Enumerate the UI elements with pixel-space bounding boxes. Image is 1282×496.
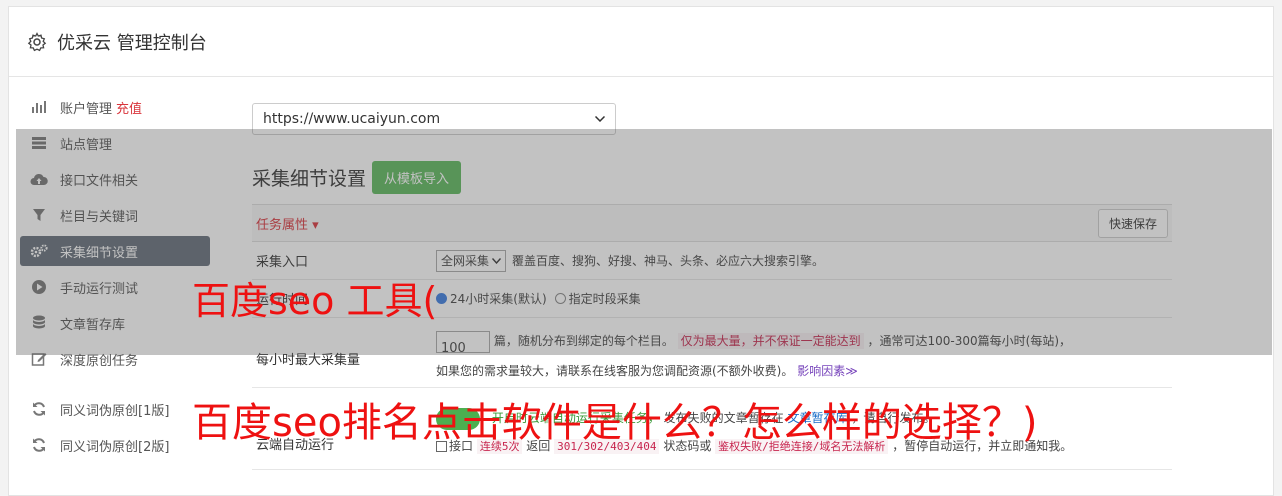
row-value: 全网采集 覆盖百度、搜狗、好搜、神马、头条、必应六大搜索引擎。 [436, 242, 1172, 279]
watermark-line-2: 百度seo排名点击软件是什么？怎么样的选择？) [192, 400, 1038, 446]
factors-link[interactable]: 影响因素 [797, 364, 845, 378]
cogs-icon [30, 242, 48, 260]
gear-icon [27, 31, 47, 51]
sidebar-divider [20, 380, 210, 394]
entry-select[interactable]: 全网采集 [436, 249, 507, 272]
radio-24h[interactable] [436, 293, 447, 304]
watermark-line-1: 百度seo 工具( [192, 279, 438, 323]
sidebar-item-label: 文章暂存库 [60, 317, 126, 333]
database-icon [30, 314, 48, 332]
refresh-icon [30, 400, 48, 418]
chevron-down-icon: ≫ [845, 364, 858, 378]
sidebar-item-deep-original[interactable]: 深度原创任务 [20, 344, 210, 374]
task-attribute-toggle[interactable]: 任务属性 ▾ [256, 214, 319, 233]
sidebar-item-synonym-v1[interactable]: 同义词伪原创[1版] [20, 394, 210, 424]
chevron-down-icon [595, 116, 605, 122]
site-url-select[interactable]: https://www.ucaiyun.com [252, 103, 616, 135]
sidebar-item-columns[interactable]: 栏目与关键词 [20, 200, 210, 230]
import-template-button[interactable]: 从模板导入 [372, 161, 462, 194]
play-circle-icon [30, 278, 48, 296]
sidebar-item-label: 站点管理 [60, 137, 113, 153]
edit-icon [30, 350, 48, 368]
chevron-down-icon [492, 257, 502, 264]
sidebar-item-sites[interactable]: 站点管理 [20, 128, 210, 158]
max-text-2: ，通常可达100-300篇每小时(每站)， [867, 334, 1072, 348]
sidebar-item-label: 账户管理 [60, 101, 113, 117]
sidebar-item-label: 采集细节设置 [60, 245, 139, 261]
sidebar-item-collect-settings[interactable]: 采集细节设置 [20, 236, 210, 266]
bar-chart-icon [30, 98, 48, 116]
sidebar-item-label: 深度原创任务 [60, 353, 139, 369]
quick-save-button[interactable]: 快速保存 [1097, 208, 1168, 238]
cloud-upload-icon [30, 170, 48, 188]
sidebar-item-account[interactable]: 账户管理 充值 [20, 92, 210, 122]
row-label: 每小时最大采集量 [256, 353, 361, 368]
row-value: 24小时采集(默认) 指定时段采集 [436, 280, 1172, 317]
radio-24h-label: 24小时采集(默认) [450, 292, 547, 306]
entry-description: 覆盖百度、搜狗、好搜、神马、头条、必应六大搜索引擎。 [512, 254, 825, 268]
radio-scheduled[interactable] [554, 293, 566, 304]
sidebar-item-label: 同义词伪原创[2版] [60, 439, 170, 455]
max-per-hour-input[interactable]: 100 [436, 330, 490, 356]
sidebar-item-synonym-v2[interactable]: 同义词伪原创[2版] [20, 430, 210, 460]
max-text-1: 篇，随机分布到绑定的每个栏目。 [493, 334, 674, 348]
section-header: 采集细节设置 从模板导入 [252, 161, 1172, 194]
radio-scheduled-label: 指定时段采集 [568, 292, 641, 306]
sidebar-item-label: 栏目与关键词 [60, 209, 139, 225]
page-title: 优采云 管理控制台 [57, 32, 207, 54]
sidebar-item-interface[interactable]: 接口文件相关 [20, 164, 210, 194]
top-bar: 优采云 管理控制台 [9, 7, 1273, 77]
max-text-3: 如果您的需求量较大，请联系在线客服为您调配资源(不额外收费)。 [436, 364, 794, 378]
sidebar-item-label: 同义词伪原创[1版] [60, 403, 170, 419]
sidebar-item-manual-run[interactable]: 手动运行测试 [20, 272, 210, 302]
row-max-per-hour: 每小时最大采集量 100 篇，随机分布到绑定的每个栏目。 仅为最大量，并不保证一… [252, 318, 1172, 388]
entry-select-value: 全网采集 [441, 254, 490, 268]
recharge-link[interactable]: 充值 [116, 98, 142, 117]
section-title: 采集细节设置 [252, 168, 367, 190]
sidebar-item-label: 手动运行测试 [60, 281, 139, 297]
sidebar-item-article-store[interactable]: 文章暂存库 [20, 308, 210, 338]
filter-icon [30, 206, 48, 224]
server-icon [30, 134, 48, 152]
site-url-value: https://www.ucaiyun.com [263, 111, 441, 127]
sidebar-item-label: 接口文件相关 [60, 173, 139, 189]
max-warning: 仅为最大量，并不保证一定能达到 [677, 333, 864, 349]
task-attribute-bar: 任务属性 ▾ 快速保存 [252, 204, 1172, 242]
refresh-icon [30, 436, 48, 454]
row-value: 100 篇，随机分布到绑定的每个栏目。 仅为最大量，并不保证一定能达到 ，通常可… [436, 318, 1172, 387]
sidebar: 账户管理 充值 站点管理 接口文件相关 栏目与关键词 采集细节设置 手动运行测试… [20, 92, 210, 466]
